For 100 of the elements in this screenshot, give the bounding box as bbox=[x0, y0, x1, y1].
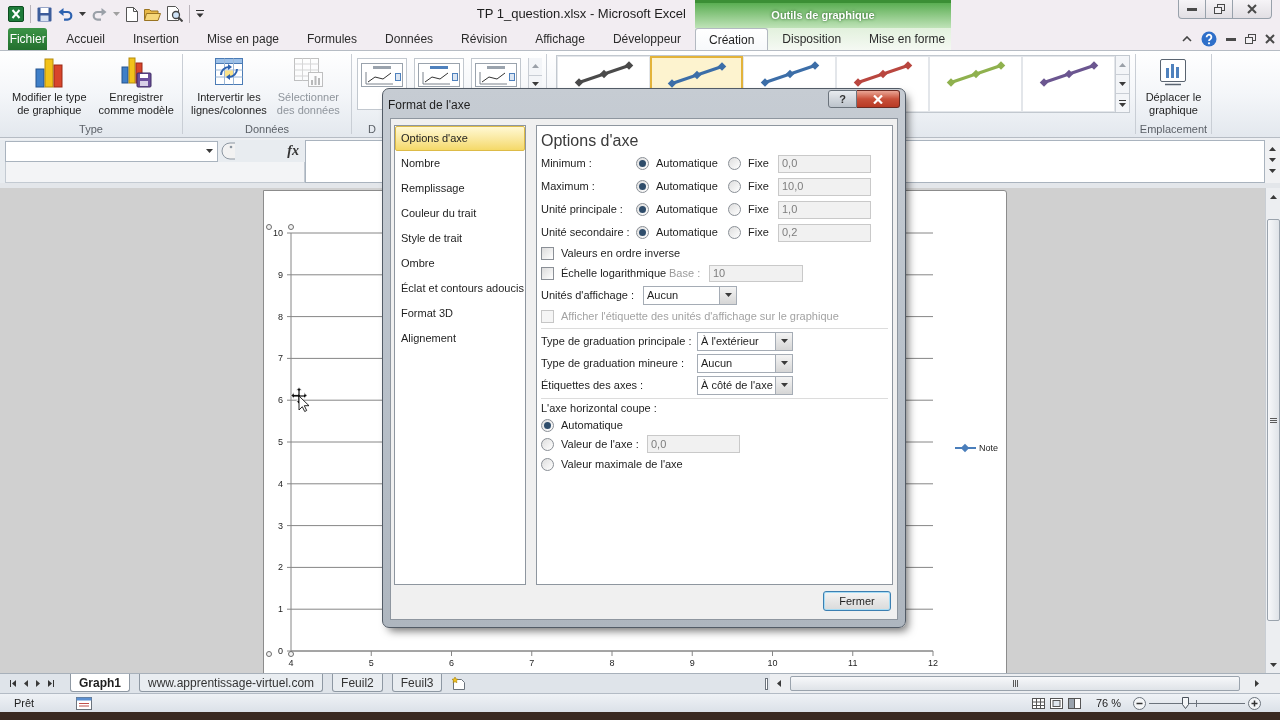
checkbox[interactable] bbox=[541, 266, 554, 280]
radio-button[interactable] bbox=[728, 226, 741, 239]
status-text: Prêt bbox=[14, 695, 36, 711]
category-item[interactable]: Format 3D bbox=[395, 301, 525, 326]
insert-sheet-icon[interactable] bbox=[451, 676, 468, 690]
radio-button[interactable] bbox=[636, 226, 649, 239]
ribbon-tab[interactable]: Développeur bbox=[598, 28, 695, 50]
zoom-slider-thumb[interactable] bbox=[1181, 696, 1189, 709]
zoom-out-icon[interactable] bbox=[1133, 696, 1146, 710]
ribbon-tab[interactable]: Mise en forme bbox=[855, 28, 960, 50]
macro-record-icon[interactable] bbox=[76, 696, 92, 710]
category-item[interactable]: Ombre bbox=[395, 251, 525, 276]
move-chart-button[interactable]: Déplacer le graphique bbox=[1142, 51, 1205, 117]
normal-view-icon[interactable] bbox=[1031, 697, 1045, 709]
undo-icon[interactable] bbox=[58, 7, 73, 21]
sheet-tab[interactable]: www.apprentissage-virtuel.com bbox=[139, 674, 324, 692]
insert-function-button[interactable]: fx bbox=[287, 144, 299, 158]
horizontal-scrollbar[interactable] bbox=[770, 674, 1265, 693]
help-icon[interactable] bbox=[1201, 31, 1217, 47]
splitter-handle-icon[interactable] bbox=[221, 142, 237, 160]
category-item[interactable]: Alignement bbox=[395, 326, 525, 351]
close-button[interactable] bbox=[857, 90, 900, 108]
x-axis-label: 8 bbox=[609, 658, 615, 668]
value-field[interactable]: 0,2 bbox=[778, 223, 871, 242]
radio-button[interactable] bbox=[728, 203, 741, 216]
radio-button[interactable] bbox=[728, 180, 741, 193]
first-sheet-icon[interactable] bbox=[10, 680, 16, 687]
category-item[interactable]: Couleur du trait bbox=[395, 201, 525, 226]
value-field[interactable]: 0,0 bbox=[647, 435, 740, 453]
option-label: Valeurs en ordre inverse bbox=[561, 245, 681, 261]
file-tab[interactable]: Fichier bbox=[8, 28, 48, 50]
radio-button[interactable] bbox=[541, 418, 554, 432]
ribbon-tab[interactable]: Formules bbox=[293, 28, 372, 50]
checkbox[interactable] bbox=[541, 246, 554, 260]
print-preview-icon[interactable] bbox=[167, 6, 183, 22]
value-field[interactable]: 10 bbox=[709, 264, 803, 282]
sheet-tab[interactable]: Feuil2 bbox=[332, 674, 383, 692]
category-item[interactable]: Options d'axe bbox=[395, 126, 525, 151]
zoom-in-icon[interactable] bbox=[1248, 696, 1261, 710]
dropdown[interactable]: Aucun bbox=[697, 353, 793, 373]
selection-handle[interactable] bbox=[288, 224, 294, 230]
sheet-tab[interactable]: Feuil3 bbox=[391, 674, 443, 692]
option-label: Automatique bbox=[656, 202, 718, 218]
group-label: Données bbox=[244, 121, 289, 137]
page-break-view-icon[interactable] bbox=[1067, 697, 1081, 709]
next-sheet-icon[interactable] bbox=[36, 680, 40, 687]
dropdown[interactable]: À l'extérieur bbox=[697, 331, 793, 351]
zoom-slider-track[interactable] bbox=[1149, 696, 1245, 710]
scrollbar-thumb[interactable] bbox=[1266, 219, 1280, 621]
selection-handle[interactable] bbox=[266, 651, 272, 657]
save-icon[interactable] bbox=[37, 6, 52, 22]
dropdown[interactable]: À côté de l'axe bbox=[697, 375, 793, 395]
ribbon-tab[interactable]: Mise en page bbox=[193, 28, 294, 50]
close-dialog-button[interactable]: Fermer bbox=[823, 591, 891, 611]
ribbon-tab[interactable]: Révision bbox=[447, 28, 522, 50]
category-item[interactable]: Remplissage bbox=[395, 176, 525, 201]
help-button[interactable]: ? bbox=[828, 90, 857, 108]
category-item[interactable]: Éclat et contours adoucis bbox=[395, 276, 525, 301]
chevron-up-icon[interactable] bbox=[1182, 36, 1192, 42]
zoom-level[interactable]: 76 % bbox=[1095, 694, 1121, 712]
ribbon-tab[interactable]: Disposition bbox=[768, 28, 856, 50]
page-layout-view-icon[interactable] bbox=[1049, 697, 1063, 709]
new-document-icon[interactable] bbox=[126, 6, 138, 22]
ribbon-tab[interactable]: Accueil bbox=[52, 28, 119, 50]
radio-button[interactable] bbox=[636, 180, 649, 193]
value-field[interactable]: 1,0 bbox=[778, 200, 871, 219]
selection-handle[interactable] bbox=[288, 651, 294, 657]
x-axis-label: 4 bbox=[288, 658, 294, 668]
category-item[interactable]: Style de trait bbox=[395, 226, 525, 251]
selection-handle[interactable] bbox=[266, 224, 272, 230]
vertical-scrollbar[interactable] bbox=[1265, 188, 1280, 673]
ribbon-tab[interactable]: Données bbox=[371, 28, 448, 50]
option-label: Valeur de l'axe : bbox=[561, 436, 640, 452]
formula-bar-scrollbar[interactable] bbox=[1265, 140, 1280, 183]
radio-button[interactable] bbox=[541, 457, 554, 471]
restore-icon[interactable] bbox=[1245, 34, 1256, 44]
scrollbar-thumb[interactable] bbox=[790, 676, 1240, 691]
radio-button[interactable] bbox=[728, 157, 741, 170]
radio-button[interactable] bbox=[636, 157, 649, 170]
close-icon[interactable] bbox=[1265, 34, 1275, 44]
value-field[interactable]: 10,0 bbox=[778, 177, 871, 196]
dropdown[interactable]: Aucun bbox=[643, 285, 737, 305]
ribbon-tab[interactable]: Insertion bbox=[118, 28, 193, 50]
minimize-icon[interactable] bbox=[1226, 37, 1236, 41]
dropdown-caret-icon[interactable] bbox=[79, 12, 86, 16]
previous-sheet-icon[interactable] bbox=[24, 680, 28, 687]
save-as-template-button[interactable]: Enregistrer comme modèle bbox=[95, 51, 177, 117]
radio-button[interactable] bbox=[636, 203, 649, 216]
ribbon-tab[interactable]: Création bbox=[695, 28, 769, 50]
radio-button[interactable] bbox=[541, 437, 554, 451]
spreadsheet-logo-icon[interactable] bbox=[8, 6, 24, 22]
last-sheet-icon[interactable] bbox=[48, 680, 54, 687]
change-chart-type-button[interactable]: Modifier le type de graphique bbox=[9, 51, 90, 117]
folder-icon[interactable] bbox=[144, 7, 161, 21]
switch-row-column-button[interactable]: Intervertir les lignes/colonnes bbox=[188, 51, 270, 117]
category-item[interactable]: Nombre bbox=[395, 151, 525, 176]
ribbon-tab[interactable]: Affichage bbox=[521, 28, 599, 50]
value-field[interactable]: 0,0 bbox=[778, 154, 871, 173]
customize-toolbar-icon[interactable] bbox=[196, 10, 204, 18]
sheet-tab[interactable]: Graph1 bbox=[70, 674, 130, 692]
